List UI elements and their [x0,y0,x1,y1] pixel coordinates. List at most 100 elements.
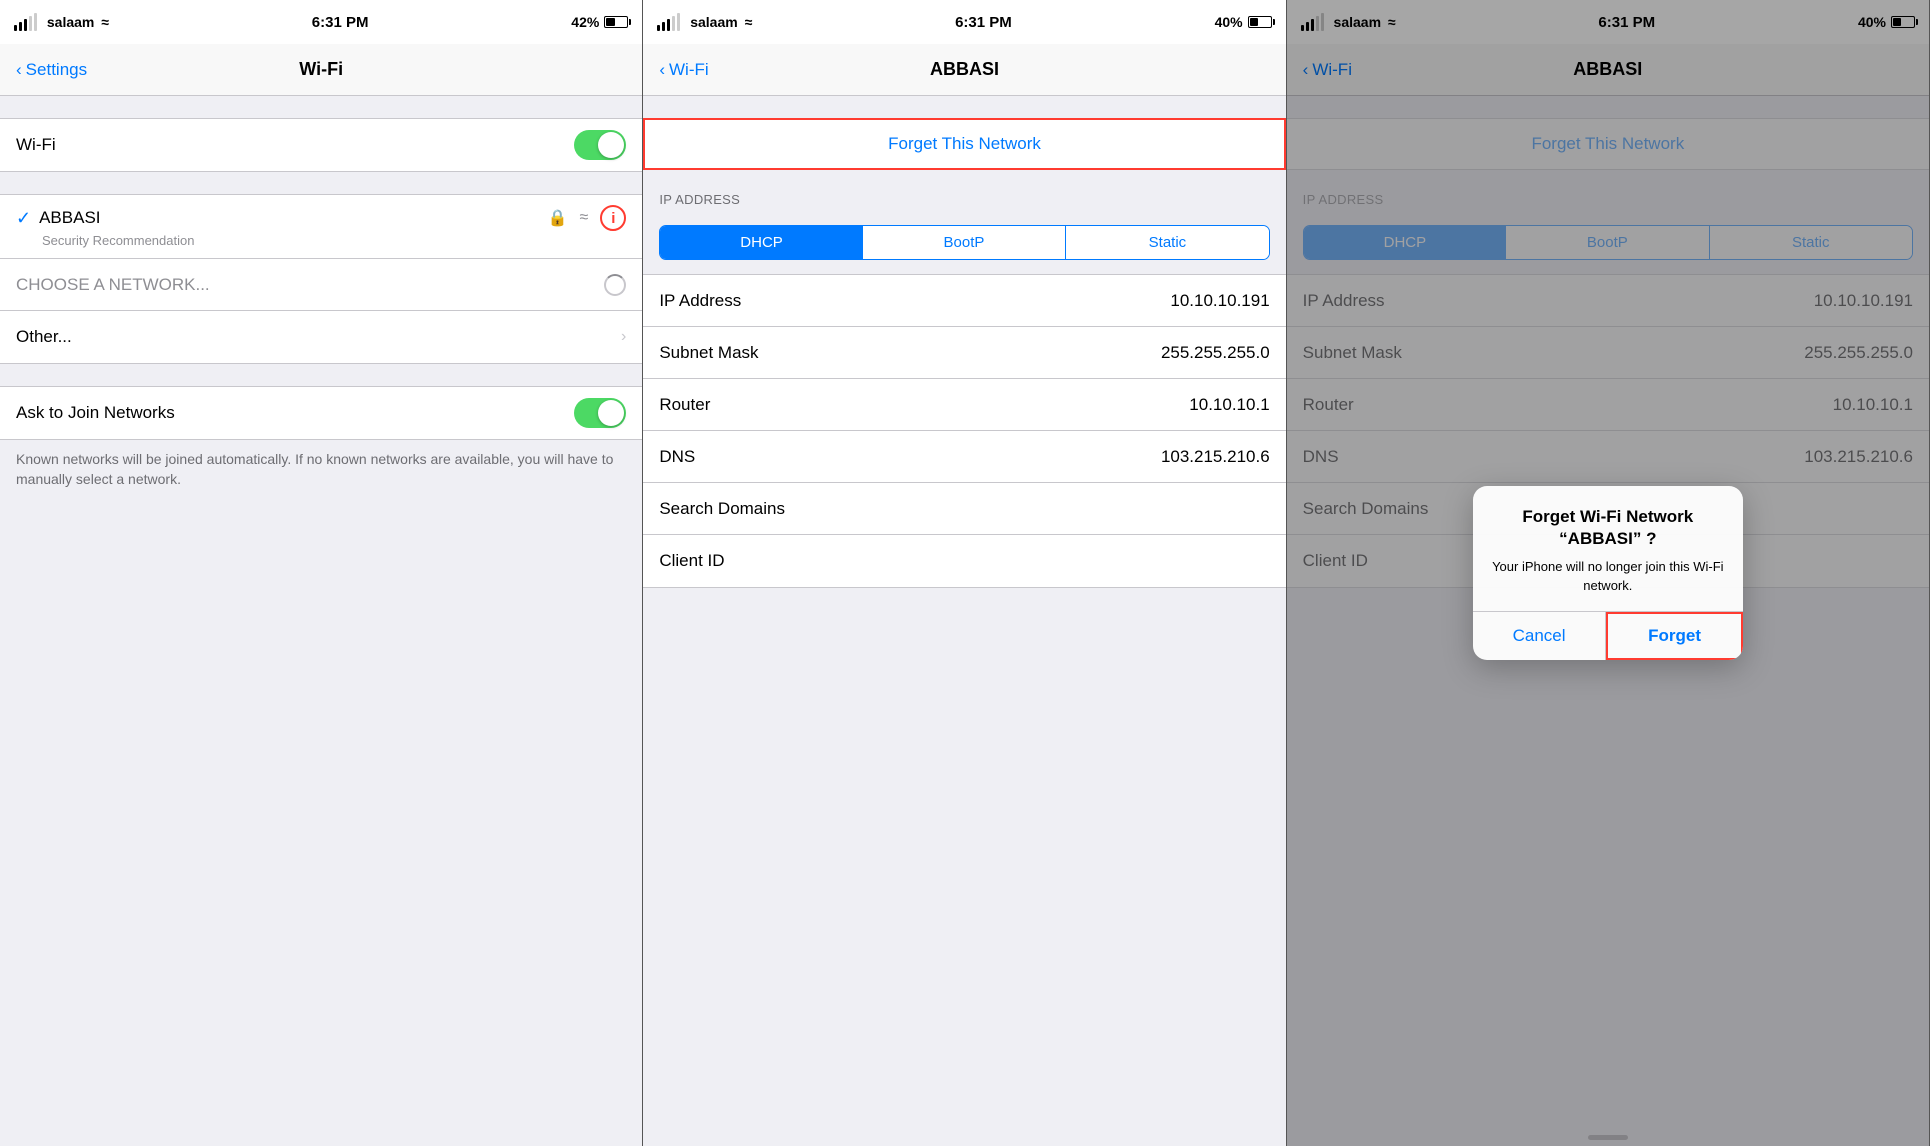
page-title-1: Wi-Fi [299,59,343,80]
abbasi-top: ✓ ABBASI 🔒 ≈ i [16,205,626,231]
search-label-2: Search Domains [659,499,1269,519]
status-right-2: 40% [1215,14,1272,30]
battery-icon-2 [1248,16,1272,28]
ask-join-row[interactable]: Ask to Join Networks [0,387,642,439]
sig-bar [667,19,670,31]
subnet-value-2: 255.255.255.0 [1161,343,1270,363]
status-right-1: 42% [571,14,628,30]
segment-control-2: DHCP BootP Static [659,225,1269,260]
back-label-2: Wi-Fi [669,60,709,80]
sig-bar [672,16,675,31]
battery-pct-1: 42% [571,14,599,30]
other-label: Other... [16,327,621,347]
choose-network-row: CHOOSE A NETWORK... [0,259,642,311]
dns-label-2: DNS [659,447,1161,467]
battery-icon-1 [604,16,628,28]
dialog-overlay: Forget Wi-Fi Network “ABBASI” ? Your iPh… [1287,0,1929,1146]
ask-join-group: Ask to Join Networks [0,386,642,440]
other-row[interactable]: Other... › [0,311,642,363]
lock-icon: 🔒 [548,208,568,228]
detail-row-dns-2: DNS 103.215.210.6 [643,431,1285,483]
page-title-2: ABBASI [930,59,999,80]
wifi-label: Wi-Fi [16,135,574,155]
client-label-2: Client ID [659,551,1269,571]
detail-row-router-2: Router 10.10.10.1 [643,379,1285,431]
ask-join-label: Ask to Join Networks [16,403,574,423]
dialog-message: Your iPhone will no longer join this Wi-… [1489,558,1727,594]
sig-bar [677,13,680,31]
time-2: 6:31 PM [955,14,1012,31]
forget-confirm-button[interactable]: Forget [1606,612,1743,660]
sig-bar [662,22,665,31]
cancel-button[interactable]: Cancel [1473,612,1607,660]
battery-fill-2 [1250,18,1258,26]
info-button[interactable]: i [600,205,626,231]
dialog-title: Forget Wi-Fi Network “ABBASI” ? [1489,506,1727,550]
sig-bar [14,25,17,31]
detail-row-client-2: Client ID [643,535,1285,587]
nav-bar-2: ‹ Wi-Fi ABBASI [643,44,1285,96]
segment-dhcp-2[interactable]: DHCP [660,226,862,259]
status-left-2: salaam ≈ [657,13,752,31]
panel-3-abbasi-dialog: salaam ≈ 6:31 PM 40% ‹ Wi-Fi ABBASI Forg… [1287,0,1930,1146]
abbasi-icons: 🔒 ≈ i [548,205,627,231]
ip-section-header-2: IP ADDRESS [643,170,1285,211]
status-bar-1: salaam ≈ 6:31 PM 42% [0,0,642,44]
sig-bar [24,19,27,31]
battery-fill-1 [606,18,614,26]
detail-row-subnet-2: Subnet Mask 255.255.255.0 [643,327,1285,379]
connected-network-group: ✓ ABBASI 🔒 ≈ i Security Recommendation C… [0,194,642,364]
wifi-toggle-row[interactable]: Wi-Fi [0,119,642,171]
abbasi-name: ABBASI [39,208,548,228]
dialog-content: Forget Wi-Fi Network “ABBASI” ? Your iPh… [1473,486,1743,611]
status-left-1: salaam ≈ [14,13,109,31]
wifi-toggle[interactable] [574,130,626,160]
status-bar-2: salaam ≈ 6:31 PM 40% [643,0,1285,44]
wifi-signal-icon: ≈ [580,209,589,227]
back-chevron-2: ‹ [659,60,665,80]
segment-bootp-2[interactable]: BootP [863,226,1066,259]
forget-row-2[interactable]: Forget This Network [643,118,1285,170]
ip-detail-group-2: IP Address 10.10.10.191 Subnet Mask 255.… [643,274,1285,588]
back-button-1[interactable]: ‹ Settings [16,60,87,80]
abbasi-security-sub: Security Recommendation [42,233,626,248]
dns-value-2: 103.215.210.6 [1161,447,1270,467]
spacer4 [643,96,1285,118]
sig-bar [29,16,32,31]
spacer [0,96,642,118]
sig-bar [34,13,37,31]
segment-static-2[interactable]: Static [1066,226,1268,259]
signal-2 [657,13,680,31]
nav-bar-1: ‹ Settings Wi-Fi [0,44,642,96]
loading-spinner [604,274,626,296]
subnet-label-2: Subnet Mask [659,343,1161,363]
back-button-2[interactable]: ‹ Wi-Fi [659,60,708,80]
carrier-1: salaam [47,14,94,30]
spacer3 [0,364,642,386]
sig-bar [19,22,22,31]
forget-label-2: Forget This Network [888,134,1041,154]
forget-wrapper: Forget This Network [643,118,1285,170]
ask-join-knob [598,400,624,426]
panel-1-wifi-settings: salaam ≈ 6:31 PM 42% ‹ Settings Wi-Fi Wi… [0,0,643,1146]
time-1: 6:31 PM [312,14,369,31]
dialog-buttons: Cancel Forget [1473,611,1743,660]
ask-join-toggle[interactable] [574,398,626,428]
battery-pct-2: 40% [1215,14,1243,30]
choose-label: CHOOSE A NETWORK... [16,275,604,295]
forget-dialog: Forget Wi-Fi Network “ABBASI” ? Your iPh… [1473,486,1743,660]
spacer2 [0,172,642,194]
panel-2-abbasi-detail: salaam ≈ 6:31 PM 40% ‹ Wi-Fi ABBASI Forg… [643,0,1286,1146]
carrier-2: salaam [690,14,737,30]
ask-join-description: Known networks will be joined automatica… [0,440,642,499]
detail-row-search-2: Search Domains [643,483,1285,535]
abbasi-row[interactable]: ✓ ABBASI 🔒 ≈ i Security Recommendation [0,195,642,259]
router-label-2: Router [659,395,1189,415]
sig-bar [657,25,660,31]
ip-label-2: IP Address [659,291,1170,311]
chevron-icon: › [621,328,626,346]
checkmark-icon: ✓ [16,208,31,229]
router-value-2: 10.10.10.1 [1189,395,1269,415]
toggle-knob [598,132,624,158]
wifi-toggle-group: Wi-Fi [0,118,642,172]
